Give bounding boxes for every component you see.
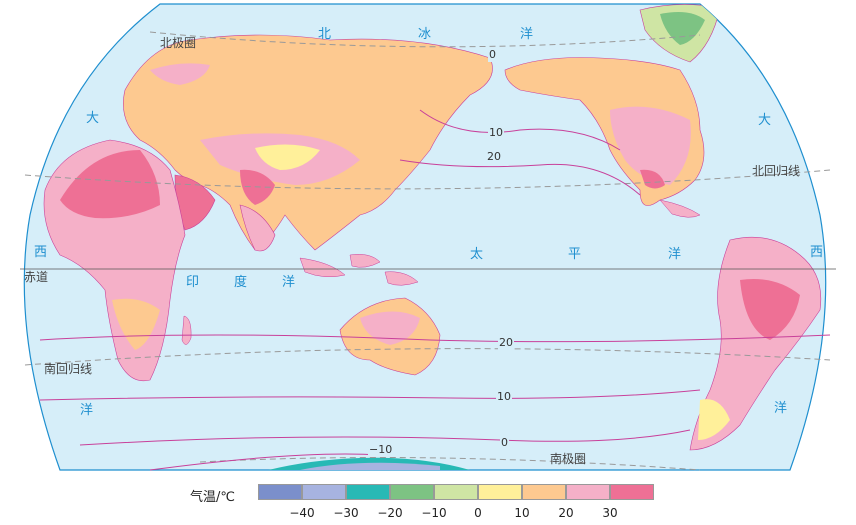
legend-tick-2: −20: [377, 506, 403, 520]
atlantic-right-label-1: 大: [758, 113, 773, 128]
legend-tick-3: −10: [421, 506, 447, 520]
indian-ocean-label-1: 印: [186, 275, 201, 290]
temperature-legend: [258, 484, 654, 500]
equator-label: 赤道: [24, 270, 49, 284]
legend-title: 气温/℃: [190, 490, 235, 505]
south-polar-circle-label: 南极圈: [550, 452, 587, 466]
legend-swatch-8: [610, 484, 654, 500]
tropic-of-capricorn-label: 南回归线: [44, 362, 93, 376]
legend-tick-4: 0: [474, 506, 482, 520]
indian-ocean-label-2: 度: [234, 275, 249, 290]
isotherm-label-antarctic-m10: −10: [368, 443, 394, 457]
arctic-ocean-label-1: 北: [318, 27, 333, 42]
atlantic-left-label-1: 大: [86, 111, 101, 126]
legend-tick-7: 30: [602, 506, 618, 520]
isotherm-label-arctic-0: 0: [488, 48, 497, 62]
indian-ocean-label-3: 洋: [282, 275, 297, 290]
arctic-ocean-label-3: 洋: [520, 27, 535, 42]
atlantic-right-label-2: 西: [810, 245, 825, 260]
isotherm-label-s-20: 20: [498, 336, 514, 350]
arctic-ocean-label-2: 冰: [418, 27, 433, 42]
legend-tick-0: −40: [289, 506, 315, 520]
legend-swatch-2: [346, 484, 390, 500]
world-temperature-map: [20, 3, 836, 471]
isotherm-label-s-10: 10: [496, 390, 512, 404]
legend-swatch-7: [566, 484, 610, 500]
legend-swatch-5: [478, 484, 522, 500]
legend-swatch-6: [522, 484, 566, 500]
legend-swatch-3: [390, 484, 434, 500]
isotherm-label-s-0: 0: [500, 436, 509, 450]
pacific-ocean-label-1: 太: [470, 247, 485, 262]
atlantic-left-label-3: 洋: [80, 403, 95, 418]
legend-swatch-0: [258, 484, 302, 500]
pacific-ocean-label-3: 洋: [668, 247, 683, 262]
legend-tick-6: 20: [558, 506, 574, 520]
isotherm-label-n-10: 10: [488, 126, 504, 140]
legend-tick-5: 10: [514, 506, 530, 520]
pacific-ocean-label-2: 平: [568, 247, 583, 262]
isotherm-label-n-20: 20: [486, 150, 502, 164]
atlantic-right-label-3: 洋: [774, 401, 789, 416]
legend-swatch-1: [302, 484, 346, 500]
legend-swatch-4: [434, 484, 478, 500]
tropic-of-cancer-label: 北回归线: [752, 164, 801, 178]
north-polar-circle-label: 北极圈: [160, 36, 197, 50]
legend-tick-1: −30: [333, 506, 359, 520]
atlantic-left-label-2: 西: [34, 245, 49, 260]
